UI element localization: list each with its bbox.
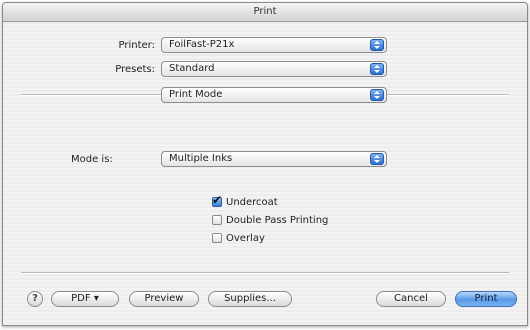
window-title: Print [3, 3, 527, 22]
print-button[interactable]: Print [455, 291, 517, 307]
panel-value: Print Mode [169, 89, 223, 100]
popup-arrows-icon [370, 63, 384, 75]
overlay-checkbox[interactable] [212, 233, 222, 243]
double-pass-checkbox[interactable] [212, 215, 222, 225]
presets-popup[interactable]: Standard [161, 61, 387, 77]
pdf-button[interactable]: PDF ▾ [51, 291, 119, 307]
popup-arrows-icon [370, 153, 384, 165]
popup-arrows-icon [370, 39, 384, 51]
supplies-button[interactable]: Supplies... [208, 291, 292, 307]
cancel-button[interactable]: Cancel [376, 291, 446, 307]
undercoat-label: Undercoat [226, 197, 278, 208]
presets-value: Standard [169, 63, 215, 74]
footer-separator [21, 272, 509, 274]
separator-left [21, 94, 161, 96]
double-pass-label: Double Pass Printing [226, 215, 329, 226]
printer-popup[interactable]: FoilFast-P21x [161, 37, 387, 53]
mode-popup[interactable]: Multiple Inks [161, 151, 387, 167]
presets-label: Presets: [115, 64, 155, 75]
printer-value: FoilFast-P21x [169, 39, 235, 50]
dialog-content: Printer: FoilFast-P21x Presets: Standard… [3, 22, 527, 325]
help-button[interactable]: ? [27, 291, 43, 307]
separator-right [387, 94, 509, 96]
panel-popup[interactable]: Print Mode [161, 87, 387, 103]
popup-arrows-icon [370, 89, 384, 101]
printer-label: Printer: [118, 40, 155, 51]
mode-label: Mode is: [71, 154, 113, 165]
preview-button[interactable]: Preview [129, 291, 199, 307]
undercoat-checkbox[interactable]: ✔ [212, 193, 223, 207]
checkmark-icon: ✔ [212, 193, 223, 207]
print-dialog: Print Printer: FoilFast-P21x Presets: St… [2, 2, 528, 326]
overlay-label: Overlay [226, 233, 265, 244]
mode-value: Multiple Inks [169, 153, 233, 164]
